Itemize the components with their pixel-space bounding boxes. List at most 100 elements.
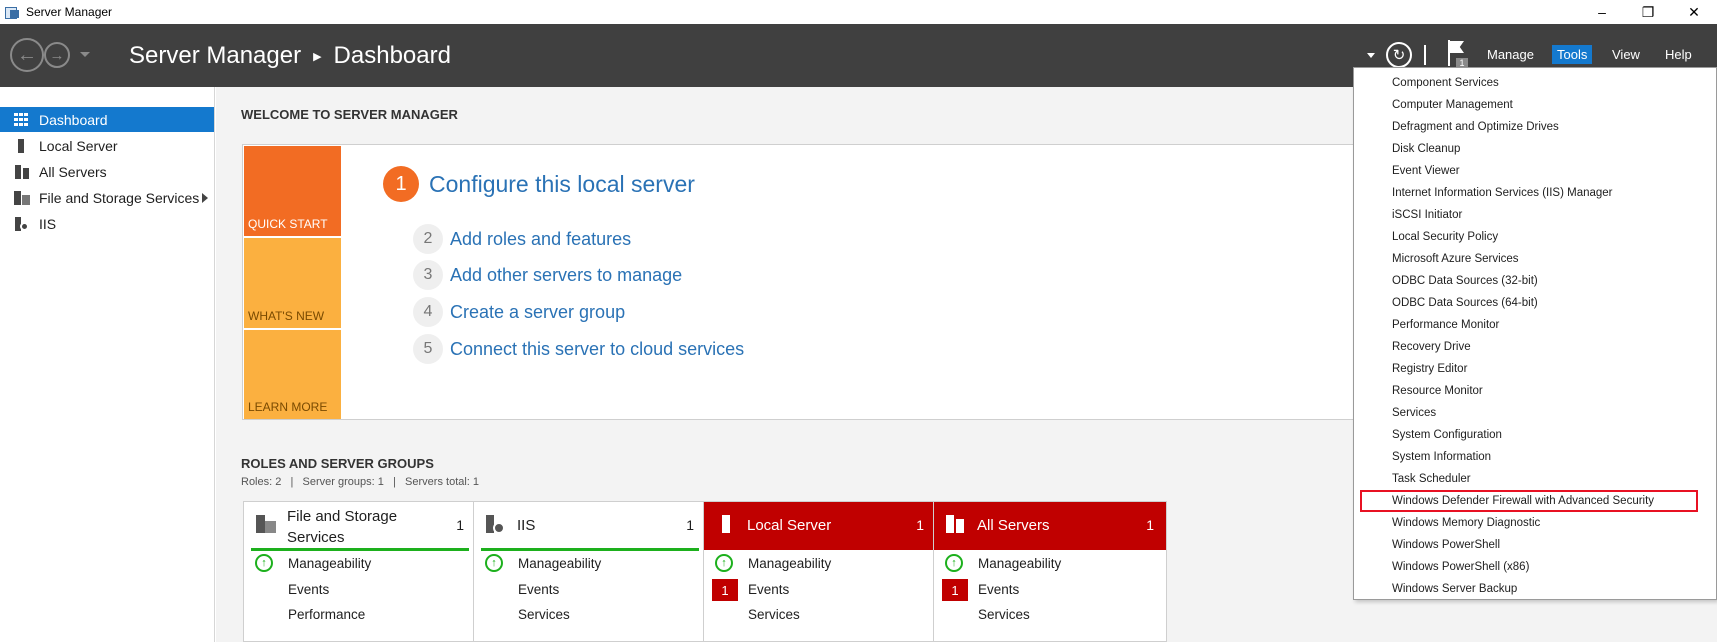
sidebar-item-iis[interactable]: IIS: [0, 211, 214, 236]
tile-row-services[interactable]: Services: [978, 607, 1030, 622]
iis-icon: [14, 216, 30, 231]
step-link[interactable]: Configure this local server: [429, 171, 695, 198]
step-link[interactable]: Add other servers to manage: [450, 265, 682, 286]
tile-all-servers[interactable]: All Servers 1 ↑ Manageability 1 Events S…: [933, 501, 1167, 642]
tile-header[interactable]: Local Server 1: [704, 502, 936, 550]
menu-item-services[interactable]: Services: [1354, 402, 1716, 424]
tile-row-events[interactable]: Events: [288, 582, 329, 597]
menu-item-windows-server-backup[interactable]: Windows Server Backup: [1354, 578, 1716, 600]
step-connect-cloud[interactable]: 5 Connect this server to cloud services: [413, 334, 744, 364]
refresh-icon[interactable]: ↻: [1386, 42, 1412, 68]
storage-icon: [14, 190, 30, 205]
menu-item-windows-powershell[interactable]: Windows PowerShell: [1354, 534, 1716, 556]
step-link[interactable]: Create a server group: [450, 302, 625, 323]
menu-item-windows-memory-diagnostic[interactable]: Windows Memory Diagnostic: [1354, 512, 1716, 534]
tile-file-storage[interactable]: File and Storage Services 1 ↑ Manageabili…: [243, 501, 477, 642]
tile-row-services[interactable]: Services: [748, 607, 800, 622]
window-controls: – ❐ ✕: [1579, 0, 1717, 24]
step-number: 1: [383, 166, 419, 202]
submenu-arrow-icon[interactable]: [202, 193, 208, 203]
menu-item-event-viewer[interactable]: Event Viewer: [1354, 160, 1716, 182]
menu-item-recovery-drive[interactable]: Recovery Drive: [1354, 336, 1716, 358]
sidebar: Dashboard Local Server All Servers File …: [0, 87, 215, 642]
breadcrumb-separator-icon: ▶: [313, 50, 322, 63]
menu-item-defragment-and-optimize-drives[interactable]: Defragment and Optimize Drives: [1354, 116, 1716, 138]
tile-row-manageability[interactable]: Manageability: [978, 556, 1061, 571]
menu-item-windows-powershell-x86[interactable]: Windows PowerShell (x86): [1354, 556, 1716, 578]
server-icon: [14, 138, 30, 153]
menu-item-computer-management[interactable]: Computer Management: [1354, 94, 1716, 116]
menu-tools[interactable]: Tools: [1552, 45, 1593, 64]
tile-row-events[interactable]: Events: [748, 582, 789, 597]
tile-header[interactable]: All Servers 1: [934, 502, 1166, 550]
step-create-group[interactable]: 4 Create a server group: [413, 297, 625, 327]
menu-item-registry-editor[interactable]: Registry Editor: [1354, 358, 1716, 380]
events-alert-badge: 1: [942, 579, 968, 601]
menu-view[interactable]: View: [1607, 45, 1645, 64]
minimize-button[interactable]: –: [1579, 0, 1625, 24]
tile-count: 1: [686, 517, 694, 533]
menu-item-odbc-data-sources-32-bit[interactable]: ODBC Data Sources (32-bit): [1354, 270, 1716, 292]
tile-header[interactable]: IIS 1: [474, 502, 706, 550]
restore-button[interactable]: ❐: [1625, 0, 1671, 24]
menu-item-internet-information-services-iis-manager[interactable]: Internet Information Services (IIS) Mana…: [1354, 182, 1716, 204]
window-titlebar: Server Manager – ❐ ✕: [0, 0, 1717, 24]
tile-row-performance[interactable]: Performance: [288, 607, 365, 622]
tile-row-events[interactable]: Events: [518, 582, 559, 597]
history-dropdown-icon[interactable]: [80, 52, 90, 57]
tile-row-manageability[interactable]: Manageability: [288, 556, 371, 571]
step-link[interactable]: Add roles and features: [450, 229, 631, 250]
roles-section-title: ROLES AND SERVER GROUPS: [241, 456, 434, 471]
tab-learn-more[interactable]: LEARN MORE: [244, 330, 341, 419]
sidebar-item-label: Dashboard: [39, 111, 108, 128]
menu-item-iscsi-initiator[interactable]: iSCSI Initiator: [1354, 204, 1716, 226]
step-number: 3: [413, 260, 443, 290]
tile-row-manageability[interactable]: Manageability: [748, 556, 831, 571]
refresh-dropdown-icon[interactable]: [1367, 53, 1375, 58]
sidebar-item-file-storage[interactable]: File and Storage Services: [0, 185, 214, 210]
tile-count: 1: [916, 517, 924, 533]
breadcrumb-current: Dashboard: [333, 42, 451, 69]
forward-arrow-icon[interactable]: →: [44, 42, 70, 68]
notifications-flag-icon[interactable]: 1: [1448, 40, 1470, 68]
menu-item-resource-monitor[interactable]: Resource Monitor: [1354, 380, 1716, 402]
step-add-servers[interactable]: 3 Add other servers to manage: [413, 260, 682, 290]
ok-arrow-icon: ↑: [715, 554, 733, 572]
menu-item-microsoft-azure-services[interactable]: Microsoft Azure Services: [1354, 248, 1716, 270]
menu-manage[interactable]: Manage: [1482, 45, 1539, 64]
server-manager-app-icon: [4, 5, 20, 19]
tile-title: File and Storage Services: [287, 508, 398, 546]
dashboard-icon: [14, 112, 30, 127]
step-configure-local-server[interactable]: 1 Configure this local server: [383, 166, 695, 202]
tab-whats-new[interactable]: WHAT'S NEW: [244, 238, 341, 328]
breadcrumb: Server Manager ▶ Dashboard: [129, 42, 451, 70]
tile-row-manageability[interactable]: Manageability: [518, 556, 601, 571]
menu-item-local-security-policy[interactable]: Local Security Policy: [1354, 226, 1716, 248]
sidebar-item-all-servers[interactable]: All Servers: [0, 159, 214, 184]
menu-item-system-information[interactable]: System Information: [1354, 446, 1716, 468]
step-add-roles[interactable]: 2 Add roles and features: [413, 224, 631, 254]
sidebar-item-dashboard[interactable]: Dashboard: [0, 107, 214, 132]
menu-item-performance-monitor[interactable]: Performance Monitor: [1354, 314, 1716, 336]
close-button[interactable]: ✕: [1671, 0, 1717, 24]
tile-row-events[interactable]: Events: [978, 582, 1019, 597]
tile-header[interactable]: File and Storage Services 1: [244, 502, 476, 550]
tile-iis[interactable]: IIS 1 ↑ Manageability Events Services: [473, 501, 707, 642]
sidebar-item-local-server[interactable]: Local Server: [0, 133, 214, 158]
menu-item-windows-defender-firewall-with-advanced-security[interactable]: Windows Defender Firewall with Advanced …: [1360, 490, 1698, 512]
tab-quick-start[interactable]: QUICK START: [244, 146, 341, 236]
breadcrumb-root[interactable]: Server Manager: [129, 42, 301, 70]
menu-item-component-services[interactable]: Component Services: [1354, 72, 1716, 94]
menu-item-disk-cleanup[interactable]: Disk Cleanup: [1354, 138, 1716, 160]
menu-help[interactable]: Help: [1660, 45, 1697, 64]
menu-item-system-configuration[interactable]: System Configuration: [1354, 424, 1716, 446]
storage-icon: [256, 515, 276, 535]
tile-title: IIS: [517, 517, 536, 534]
tile-local-server[interactable]: Local Server 1 ↑ Manageability 1 Events …: [703, 501, 937, 642]
menu-item-task-scheduler[interactable]: Task Scheduler: [1354, 468, 1716, 490]
back-arrow-icon[interactable]: ←: [10, 38, 44, 72]
header-divider: [1424, 45, 1426, 65]
tile-row-services[interactable]: Services: [518, 607, 570, 622]
step-link[interactable]: Connect this server to cloud services: [450, 339, 744, 360]
menu-item-odbc-data-sources-64-bit[interactable]: ODBC Data Sources (64-bit): [1354, 292, 1716, 314]
